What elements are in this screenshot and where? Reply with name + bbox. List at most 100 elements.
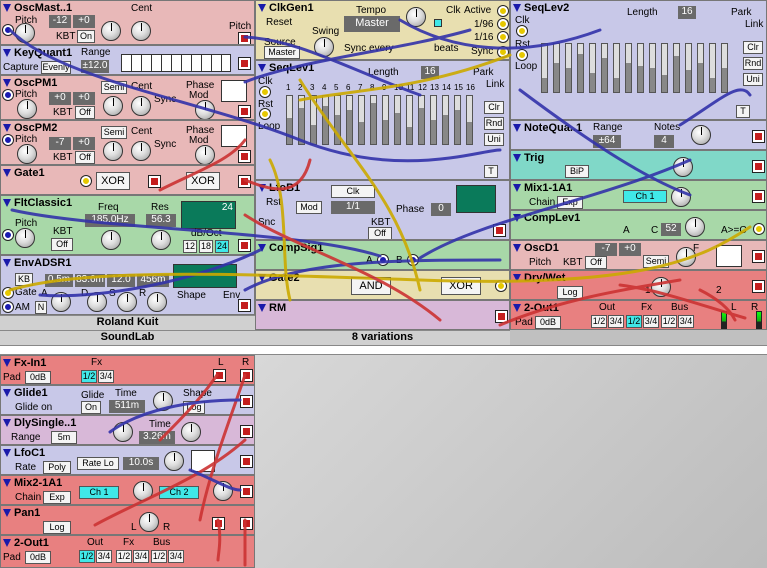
module-menu-icon[interactable]: [258, 64, 266, 72]
cent-knob[interactable]: [131, 141, 151, 161]
step-slider[interactable]: [358, 95, 365, 145]
bus-34-button[interactable]: 3/4: [168, 550, 184, 563]
waveform-selector[interactable]: [716, 245, 742, 267]
step-slider[interactable]: [541, 43, 548, 93]
fx-34-button[interactable]: 3/4: [98, 370, 114, 383]
rate-knob[interactable]: [164, 451, 184, 471]
step-slider[interactable]: [637, 43, 644, 93]
module-menu-icon[interactable]: [3, 49, 11, 57]
semi-button[interactable]: Semi: [101, 126, 127, 139]
attack-knob[interactable]: [51, 292, 71, 312]
module-menu-icon[interactable]: [513, 4, 521, 12]
step-slider[interactable]: [601, 43, 608, 93]
module-mix2[interactable]: Mix2-1A1 Chain Exp Ch 1 Ch 2: [0, 475, 255, 505]
step-slider[interactable]: [649, 43, 656, 93]
module-menu-icon[interactable]: [258, 4, 266, 12]
glide-on-button[interactable]: On: [81, 401, 101, 414]
step-slider[interactable]: [382, 95, 389, 145]
am-input-jack[interactable]: [3, 302, 13, 312]
output-jack[interactable]: [239, 106, 250, 117]
logic-op2-selector[interactable]: XOR: [186, 172, 220, 190]
module-fx-out[interactable]: 2-Out1 Out Fx Bus Pad 0dB 1/2 3/4 1/2 3/…: [0, 535, 255, 568]
module-trig[interactable]: Trig BiP: [510, 150, 767, 180]
out16-jack[interactable]: [498, 32, 508, 42]
kbt-off-button[interactable]: Off: [51, 238, 73, 251]
module-menu-icon[interactable]: [513, 274, 521, 282]
rst-input-jack[interactable]: [517, 50, 527, 60]
range-knob[interactable]: [691, 125, 711, 145]
module-menu-icon[interactable]: [3, 259, 11, 267]
step-slider[interactable]: [565, 43, 572, 93]
step-slider[interactable]: [589, 43, 596, 93]
fx-12-button[interactable]: 1/2: [81, 370, 97, 383]
uni-button[interactable]: Uni: [484, 133, 504, 146]
clear-button[interactable]: Clr: [484, 101, 504, 114]
module-menu-icon[interactable]: [3, 79, 11, 87]
step-slider[interactable]: [685, 43, 692, 93]
module-out[interactable]: 2-Out1 Out Fx Bus Pad 0dB 1/2 3/4 1/2 3/…: [510, 300, 767, 330]
module-menu-icon[interactable]: [513, 214, 521, 222]
gate-out1-jack[interactable]: [149, 176, 160, 187]
pitch-knob[interactable]: [15, 23, 35, 43]
module-gate2[interactable]: Gate2 AND XOR: [255, 270, 510, 300]
bip-button[interactable]: BiP: [565, 165, 589, 178]
clear-button[interactable]: Clr: [743, 41, 763, 54]
module-oscpm1[interactable]: OscPM1 Pitch Semi Cent +0 +0 KBT Off Syn…: [0, 75, 255, 120]
out-34-button[interactable]: 3/4: [96, 550, 112, 563]
module-menu-icon[interactable]: [3, 389, 11, 397]
a-input-jack[interactable]: [378, 255, 388, 265]
output-jack[interactable]: [241, 396, 252, 407]
semi-button[interactable]: Semi: [643, 255, 669, 268]
trigger-button[interactable]: T: [736, 105, 750, 118]
step-slider[interactable]: [430, 95, 437, 145]
module-oscmaster[interactable]: OscMast..1 Pitch -12 +0 KBT On Cent Pitc…: [0, 0, 255, 45]
bus-12-button[interactable]: 1/2: [661, 315, 677, 328]
module-menu-icon[interactable]: [3, 509, 11, 517]
output-jack[interactable]: [753, 281, 764, 292]
phase-mod-knob[interactable]: [195, 100, 215, 119]
pan-knob[interactable]: [139, 512, 159, 532]
kbt-off-button[interactable]: Off: [585, 256, 607, 269]
module-gate1[interactable]: Gate1 XOR XOR: [0, 165, 255, 195]
module-menu-icon[interactable]: [513, 124, 521, 132]
gate-out2-jack[interactable]: [239, 176, 250, 187]
b-input-jack[interactable]: [408, 255, 418, 265]
module-keyquant[interactable]: KeyQuant1 Range Capture Evenly ±12.0: [0, 45, 255, 75]
output-jack[interactable]: [753, 161, 764, 172]
module-menu-icon[interactable]: [513, 154, 521, 162]
module-menu-icon[interactable]: [3, 419, 11, 427]
kbt-off-button[interactable]: Off: [75, 151, 95, 164]
waveform-selector[interactable]: [221, 125, 247, 147]
module-lfob[interactable]: LfoB1 Rst Clk Mod 1/1 Phase 0 Snc KBT Of…: [255, 180, 510, 240]
clk-button[interactable]: Clk: [331, 185, 375, 198]
gate-input-jack[interactable]: [3, 288, 13, 298]
out-34-button[interactable]: 3/4: [608, 315, 624, 328]
module-notequant[interactable]: NoteQua..1 Range ±64 Notes 4: [510, 120, 767, 150]
module-fxin[interactable]: Fx-In1 Fx Pad 0dB 1/2 3/4 L R: [0, 355, 255, 385]
rm-output-jack[interactable]: [496, 311, 507, 322]
output-jack[interactable]: [241, 486, 252, 497]
module-menu-icon[interactable]: [258, 304, 266, 312]
ch1-button[interactable]: Ch 1: [623, 190, 667, 203]
step-slider[interactable]: [286, 95, 293, 145]
cent-knob[interactable]: [131, 21, 151, 41]
module-compsig[interactable]: CompSig1 A B: [255, 240, 510, 270]
cent-knob[interactable]: [131, 96, 151, 116]
pitch-input-jack[interactable]: [3, 230, 13, 240]
pad-button[interactable]: 0dB: [25, 551, 51, 564]
level-knob[interactable]: [673, 157, 693, 177]
rst-input-jack[interactable]: [260, 109, 270, 119]
module-dly[interactable]: DlySingle..1 Range 5m Time 3.26m: [0, 415, 255, 445]
waveform-selector[interactable]: [191, 450, 215, 472]
c-knob[interactable]: [685, 217, 705, 237]
module-filter[interactable]: FltClassic1 Pitch KBT Off Freq 185.0Hz R…: [0, 195, 255, 255]
ch1-knob[interactable]: [133, 481, 153, 501]
semi-knob[interactable]: [101, 21, 121, 41]
poly-button[interactable]: Poly: [43, 461, 71, 474]
env-output-jack[interactable]: [239, 300, 250, 311]
evenly-button[interactable]: Evenly: [41, 61, 71, 74]
step-slider[interactable]: [553, 43, 560, 93]
module-clkgen[interactable]: ClkGen1 Reset Tempo Master Clk Active 1/…: [255, 0, 510, 60]
step-slider[interactable]: [418, 95, 425, 145]
kbt-on-button[interactable]: On: [77, 30, 95, 43]
